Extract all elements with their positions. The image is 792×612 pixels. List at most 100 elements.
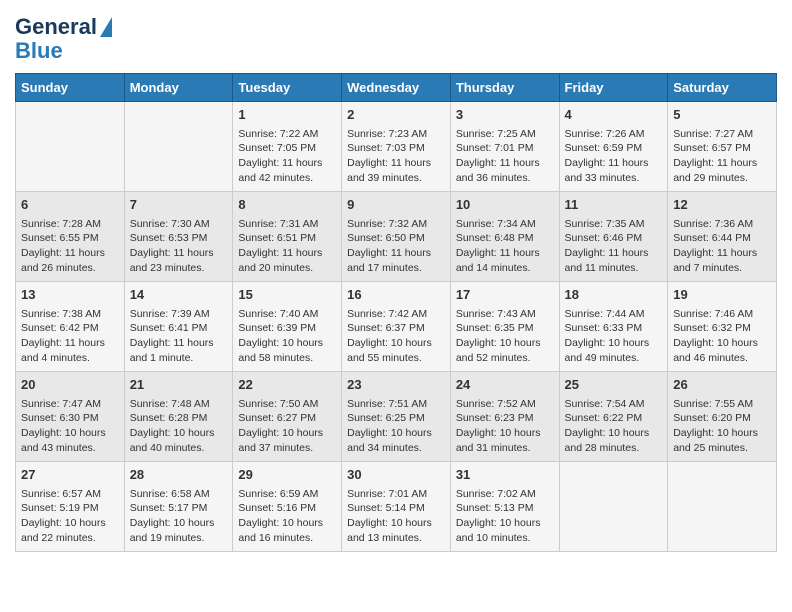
cell-info: Sunset: 6:48 PM [456, 231, 554, 246]
cell-info: Daylight: 10 hours and 49 minutes. [565, 336, 663, 365]
calendar-cell: 31Sunrise: 7:02 AMSunset: 5:13 PMDayligh… [450, 462, 559, 552]
cell-info: Sunrise: 7:35 AM [565, 217, 663, 232]
cell-info: Sunset: 5:17 PM [130, 501, 228, 516]
calendar-cell: 3Sunrise: 7:25 AMSunset: 7:01 PMDaylight… [450, 102, 559, 192]
cell-info: Sunrise: 7:25 AM [456, 127, 554, 142]
day-number: 10 [456, 196, 554, 214]
calendar-week-5: 27Sunrise: 6:57 AMSunset: 5:19 PMDayligh… [16, 462, 777, 552]
day-number: 17 [456, 286, 554, 304]
cell-info: Daylight: 10 hours and 10 minutes. [456, 516, 554, 545]
cell-info: Sunset: 6:33 PM [565, 321, 663, 336]
cell-info: Sunrise: 7:48 AM [130, 397, 228, 412]
calendar-cell: 16Sunrise: 7:42 AMSunset: 6:37 PMDayligh… [342, 282, 451, 372]
cell-info: Sunset: 6:44 PM [673, 231, 771, 246]
cell-info: Sunset: 6:27 PM [238, 411, 336, 426]
cell-info: Daylight: 10 hours and 58 minutes. [238, 336, 336, 365]
cell-info: Sunrise: 7:52 AM [456, 397, 554, 412]
day-number: 21 [130, 376, 228, 394]
day-number: 2 [347, 106, 445, 124]
cell-info: Daylight: 11 hours and 11 minutes. [565, 246, 663, 275]
cell-info: Daylight: 10 hours and 40 minutes. [130, 426, 228, 455]
calendar-cell: 1Sunrise: 7:22 AMSunset: 7:05 PMDaylight… [233, 102, 342, 192]
calendar-cell: 9Sunrise: 7:32 AMSunset: 6:50 PMDaylight… [342, 192, 451, 282]
logo: General Blue [15, 15, 112, 63]
logo-general: General [15, 15, 97, 39]
cell-info: Daylight: 10 hours and 37 minutes. [238, 426, 336, 455]
calendar-cell: 24Sunrise: 7:52 AMSunset: 6:23 PMDayligh… [450, 372, 559, 462]
calendar-cell: 21Sunrise: 7:48 AMSunset: 6:28 PMDayligh… [124, 372, 233, 462]
cell-info: Daylight: 10 hours and 28 minutes. [565, 426, 663, 455]
day-header-monday: Monday [124, 74, 233, 102]
calendar-cell: 6Sunrise: 7:28 AMSunset: 6:55 PMDaylight… [16, 192, 125, 282]
cell-info: Sunset: 6:57 PM [673, 141, 771, 156]
calendar-header: SundayMondayTuesdayWednesdayThursdayFrid… [16, 74, 777, 102]
cell-info: Daylight: 10 hours and 16 minutes. [238, 516, 336, 545]
day-number: 26 [673, 376, 771, 394]
calendar-cell: 11Sunrise: 7:35 AMSunset: 6:46 PMDayligh… [559, 192, 668, 282]
cell-info: Sunrise: 7:54 AM [565, 397, 663, 412]
day-number: 14 [130, 286, 228, 304]
day-number: 15 [238, 286, 336, 304]
cell-info: Sunset: 6:20 PM [673, 411, 771, 426]
day-number: 5 [673, 106, 771, 124]
cell-info: Sunrise: 7:27 AM [673, 127, 771, 142]
day-number: 23 [347, 376, 445, 394]
cell-info: Daylight: 10 hours and 22 minutes. [21, 516, 119, 545]
cell-info: Sunrise: 7:32 AM [347, 217, 445, 232]
cell-info: Daylight: 11 hours and 23 minutes. [130, 246, 228, 275]
cell-info: Daylight: 10 hours and 19 minutes. [130, 516, 228, 545]
cell-info: Daylight: 11 hours and 4 minutes. [21, 336, 119, 365]
calendar-cell: 17Sunrise: 7:43 AMSunset: 6:35 PMDayligh… [450, 282, 559, 372]
cell-info: Sunrise: 7:36 AM [673, 217, 771, 232]
day-number: 27 [21, 466, 119, 484]
cell-info: Sunset: 7:03 PM [347, 141, 445, 156]
day-number: 16 [347, 286, 445, 304]
page-header: General Blue [15, 15, 777, 63]
calendar-cell: 25Sunrise: 7:54 AMSunset: 6:22 PMDayligh… [559, 372, 668, 462]
cell-info: Daylight: 11 hours and 1 minute. [130, 336, 228, 365]
calendar-week-1: 1Sunrise: 7:22 AMSunset: 7:05 PMDaylight… [16, 102, 777, 192]
calendar-week-4: 20Sunrise: 7:47 AMSunset: 6:30 PMDayligh… [16, 372, 777, 462]
day-header-saturday: Saturday [668, 74, 777, 102]
cell-info: Daylight: 11 hours and 42 minutes. [238, 156, 336, 185]
cell-info: Daylight: 11 hours and 20 minutes. [238, 246, 336, 275]
calendar-cell: 4Sunrise: 7:26 AMSunset: 6:59 PMDaylight… [559, 102, 668, 192]
day-number: 8 [238, 196, 336, 214]
calendar-cell: 29Sunrise: 6:59 AMSunset: 5:16 PMDayligh… [233, 462, 342, 552]
cell-info: Sunrise: 6:57 AM [21, 487, 119, 502]
cell-info: Sunset: 7:01 PM [456, 141, 554, 156]
cell-info: Sunrise: 7:39 AM [130, 307, 228, 322]
day-number: 31 [456, 466, 554, 484]
cell-info: Sunrise: 7:51 AM [347, 397, 445, 412]
day-number: 11 [565, 196, 663, 214]
calendar-cell: 19Sunrise: 7:46 AMSunset: 6:32 PMDayligh… [668, 282, 777, 372]
day-number: 9 [347, 196, 445, 214]
cell-info: Sunset: 6:55 PM [21, 231, 119, 246]
cell-info: Sunset: 5:14 PM [347, 501, 445, 516]
day-number: 4 [565, 106, 663, 124]
cell-info: Sunrise: 7:55 AM [673, 397, 771, 412]
cell-info: Daylight: 11 hours and 26 minutes. [21, 246, 119, 275]
cell-info: Sunrise: 7:28 AM [21, 217, 119, 232]
cell-info: Daylight: 11 hours and 39 minutes. [347, 156, 445, 185]
calendar-cell: 27 Sunrise: 6:57 AMSunset: 5:19 PMDayligh… [16, 462, 125, 552]
cell-info: Sunrise: 7:50 AM [238, 397, 336, 412]
cell-info: Sunrise: 7:46 AM [673, 307, 771, 322]
cell-info: Daylight: 10 hours and 25 minutes. [673, 426, 771, 455]
cell-info: Sunrise: 7:42 AM [347, 307, 445, 322]
cell-info: Sunrise: 7:30 AM [130, 217, 228, 232]
cell-info: Daylight: 10 hours and 43 minutes. [21, 426, 119, 455]
cell-info: Daylight: 10 hours and 31 minutes. [456, 426, 554, 455]
cell-info: Daylight: 10 hours and 46 minutes. [673, 336, 771, 365]
calendar-cell [16, 102, 125, 192]
day-header-wednesday: Wednesday [342, 74, 451, 102]
day-number: 18 [565, 286, 663, 304]
calendar-cell [668, 462, 777, 552]
cell-info: Sunset: 5:13 PM [456, 501, 554, 516]
cell-info: Sunset: 6:51 PM [238, 231, 336, 246]
cell-info: Sunset: 6:25 PM [347, 411, 445, 426]
calendar-cell: 22Sunrise: 7:50 AMSunset: 6:27 PMDayligh… [233, 372, 342, 462]
cell-info: Sunset: 5:19 PM [21, 501, 119, 516]
calendar-cell: 7Sunrise: 7:30 AMSunset: 6:53 PMDaylight… [124, 192, 233, 282]
cell-info: Sunrise: 6:58 AM [130, 487, 228, 502]
